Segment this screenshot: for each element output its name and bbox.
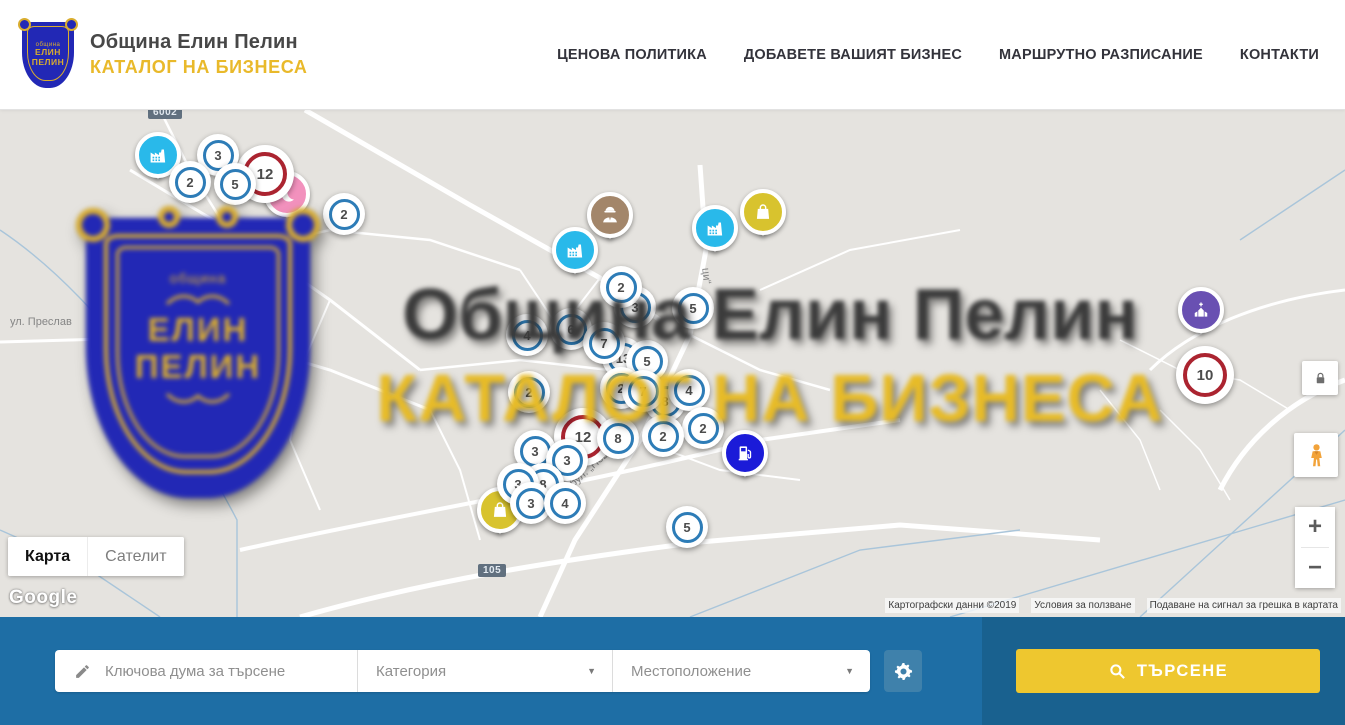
search-icon xyxy=(1108,662,1126,680)
cluster-count: 10 xyxy=(1183,353,1227,397)
zoom-in-button[interactable]: + xyxy=(1295,507,1335,547)
map-data-copyright: Картографски данни ©2019 xyxy=(885,598,1019,613)
map-view-button[interactable]: Карта xyxy=(8,537,87,576)
nav-item-pricing[interactable]: ЦЕНОВА ПОЛИТИКА xyxy=(557,47,707,63)
logo-text: Община Елин Пелин КАТАЛОГ НА БИЗНЕСА xyxy=(90,31,308,78)
satellite-view-button[interactable]: Сателит xyxy=(87,537,183,576)
chevron-down-icon: ▼ xyxy=(587,666,596,676)
location-select-label: Местоположение xyxy=(631,663,845,680)
search-button-panel: ТЪРСЕНЕ xyxy=(982,617,1345,725)
gear-icon xyxy=(894,662,913,681)
nav-item-add-business[interactable]: ДОБАВЕТЕ ВАШИЯТ БИЗНЕС xyxy=(744,47,962,63)
map-attribution: Картографски данни ©2019 Условия за полз… xyxy=(885,598,1341,613)
nav-item-contacts[interactable]: КОНТАКТИ xyxy=(1240,47,1319,63)
search-form: Категория ▼ Местоположение ▼ xyxy=(55,650,870,692)
category-select-label: Категория xyxy=(376,663,587,680)
site-logo[interactable]: община ЕЛИН ПЕЛИН Община Елин Пелин КАТА… xyxy=(22,22,308,88)
advanced-search-button[interactable] xyxy=(884,650,922,692)
map-canvas[interactable]: ул. Преславбул. „Новоселци“ци“6002105 12… xyxy=(0,110,1345,617)
zoom-out-button[interactable]: − xyxy=(1295,548,1335,588)
lock-button[interactable] xyxy=(1302,361,1338,395)
site-subtitle: КАТАЛОГ НА БИЗНЕСА xyxy=(90,57,308,78)
map-markers-top: 10 xyxy=(0,110,1345,617)
search-bar: Категория ▼ Местоположение ▼ ТЪРСЕНЕ xyxy=(0,617,1345,725)
zoom-control: + − xyxy=(1295,507,1335,588)
header: община ЕЛИН ПЕЛИН Община Елин Пелин КАТА… xyxy=(0,0,1345,110)
terms-link[interactable]: Условия за ползване xyxy=(1031,598,1134,613)
search-button[interactable]: ТЪРСЕНЕ xyxy=(1016,649,1320,693)
nav-item-transport-schedule[interactable]: МАРШРУТНО РАЗПИСАНИЕ xyxy=(999,47,1203,63)
search-input[interactable] xyxy=(105,650,357,692)
report-error-link[interactable]: Подаване на сигнал за грешка в картата xyxy=(1147,598,1341,613)
search-button-label: ТЪРСЕНЕ xyxy=(1137,662,1228,681)
site-title: Община Елин Пелин xyxy=(90,31,308,54)
location-select[interactable]: Местоположение ▼ xyxy=(612,650,870,692)
keyword-field xyxy=(55,650,357,692)
municipality-crest-icon: община ЕЛИН ПЕЛИН xyxy=(22,22,74,88)
google-logo[interactable]: Google xyxy=(9,587,77,609)
street-view-pegman-button[interactable] xyxy=(1294,433,1338,477)
pegman-icon xyxy=(1303,442,1330,469)
map-type-control: Карта Сателит xyxy=(8,537,184,576)
pencil-icon xyxy=(74,663,91,680)
main-nav: ЦЕНОВА ПОЛИТИКА ДОБАВЕТЕ ВАШИЯТ БИЗНЕС М… xyxy=(557,47,1319,63)
category-select[interactable]: Категория ▼ xyxy=(357,650,612,692)
chevron-down-icon: ▼ xyxy=(845,666,854,676)
cluster-marker[interactable]: 10 xyxy=(1176,346,1234,404)
crest-border xyxy=(27,26,69,81)
lock-icon xyxy=(1313,371,1328,386)
